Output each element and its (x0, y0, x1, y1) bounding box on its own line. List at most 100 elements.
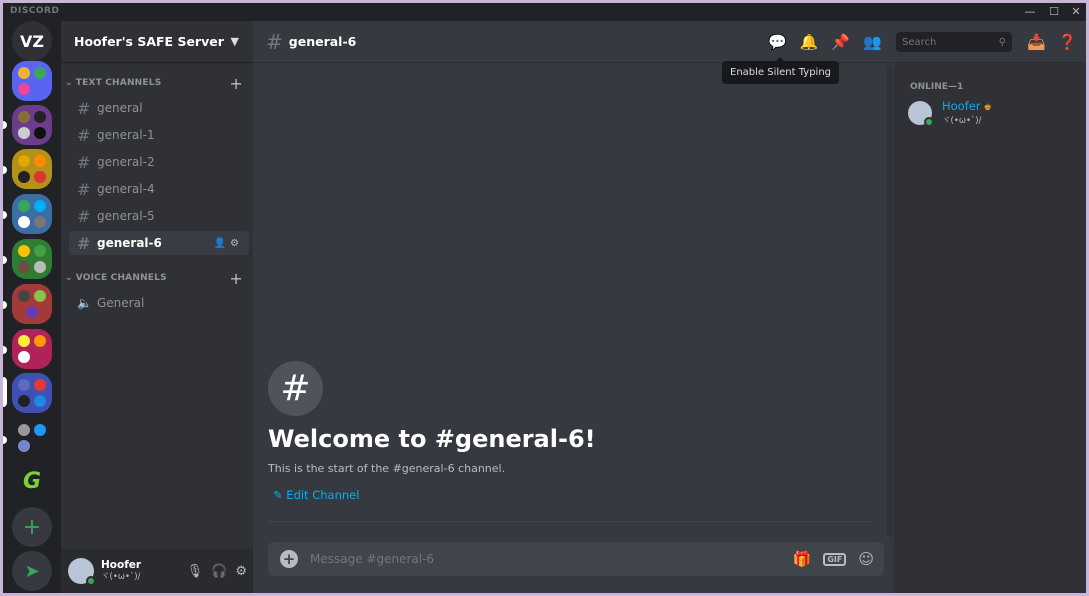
voice-channels-category[interactable]: ⌄ VOICE CHANNELS + (65, 269, 251, 288)
channel-name: general-2 (97, 155, 155, 169)
hash-icon: # (77, 125, 91, 145)
gif-button[interactable]: GIF (823, 552, 847, 566)
server-folder[interactable] (12, 105, 52, 145)
server-folder[interactable] (12, 239, 52, 279)
unread-pill (3, 166, 7, 174)
server-folder[interactable] (12, 149, 52, 189)
maximize-icon[interactable]: ☐ (1043, 4, 1065, 20)
server-folder[interactable] (12, 418, 52, 458)
scrollbar[interactable] (887, 65, 893, 537)
channel-settings-icon[interactable]: ⚙ (230, 238, 243, 249)
gift-icon[interactable]: 🎁 (793, 550, 812, 568)
channel-name: general-1 (97, 128, 155, 142)
unread-pill (3, 121, 7, 129)
server-header[interactable]: Hoofer's SAFE Server ▼ (61, 21, 253, 63)
inbox-icon[interactable]: 📥 (1027, 33, 1046, 51)
category-arrow-icon: ⌄ (65, 78, 73, 88)
channel-item[interactable]: # general-4 (69, 177, 249, 201)
hash-icon: # (77, 206, 91, 226)
server-icon-lime[interactable]: G (12, 461, 52, 501)
selected-pill (3, 377, 7, 407)
channel-item[interactable]: # general (69, 96, 249, 120)
channel-hash-icon: # (268, 361, 323, 416)
server-folder-active[interactable] (12, 373, 52, 413)
chat-area: # general-6 💬 🔔 📌 👥 ⚲ 📥 ❓ Enable Silent … (253, 21, 1086, 593)
add-server-button[interactable]: + (12, 507, 52, 547)
username: Hoofer (101, 559, 142, 571)
unread-pill (3, 301, 7, 309)
server-folder[interactable] (12, 329, 52, 369)
online-status-dot (86, 576, 96, 586)
pin-icon[interactable]: 📌 (831, 33, 850, 51)
category-arrow-icon: ⌄ (65, 273, 73, 283)
hash-icon: # (77, 233, 91, 253)
edit-channel-label: Edit Channel (286, 488, 360, 502)
voice-channel-item[interactable]: 🔈 General (69, 291, 249, 315)
avatar[interactable] (68, 558, 96, 586)
custom-status: ヾ(•ω•`)/ (101, 572, 141, 582)
search-box[interactable]: ⚲ (896, 32, 1012, 52)
titlebar: DISCORD — ☐ ✕ (3, 3, 1086, 21)
search-icon: ⚲ (998, 36, 1006, 48)
tooltip: Enable Silent Typing (722, 57, 840, 84)
pencil-icon: ✎ (273, 488, 287, 502)
channel-item[interactable]: # general-1 (69, 123, 249, 147)
server-list: VZ G + ➤ (3, 21, 61, 593)
member-status: ヾ(•ω•`)/ (942, 116, 982, 126)
category-label: TEXT CHANNELS (75, 78, 162, 88)
notification-bell-icon[interactable]: 🔔 (800, 33, 819, 51)
hash-icon: # (77, 152, 91, 172)
member-item[interactable]: Hoofer ♚ ヾ(•ω•`)/ (908, 98, 992, 128)
headphones-muted-icon[interactable]: 🎧 (211, 564, 227, 579)
unread-pill (3, 346, 7, 354)
close-icon[interactable]: ✕ (1065, 4, 1087, 20)
minimize-icon[interactable]: — (1019, 4, 1041, 20)
server-folder[interactable] (12, 284, 52, 324)
member-list-icon[interactable]: 👥 (863, 33, 882, 51)
member-name: Hoofer (942, 99, 981, 113)
welcome-title: Welcome to #general-6! (268, 425, 596, 453)
invite-members-icon[interactable]: 👤 (214, 238, 230, 249)
explore-servers-icon[interactable]: ➤ (12, 551, 52, 591)
upload-plus-icon[interactable]: + (280, 550, 298, 568)
channel-title: general-6 (288, 34, 357, 49)
channel-sidebar: Hoofer's SAFE Server ▼ ⌄ TEXT CHANNELS +… (61, 21, 253, 593)
channel-name: general (97, 101, 143, 115)
chevron-down-icon: ▼ (230, 35, 239, 48)
emoji-icon[interactable]: ☺ (858, 550, 874, 568)
user-settings-icon[interactable]: ⚙ (235, 564, 247, 579)
welcome-subtitle: This is the start of the #general-6 chan… (268, 462, 506, 475)
unread-pill (3, 436, 7, 444)
speaker-icon: 🔈 (77, 296, 92, 310)
avatar (908, 101, 934, 127)
search-input[interactable] (902, 36, 992, 48)
channel-name: General (97, 296, 145, 310)
hash-icon: # (266, 29, 283, 54)
create-channel-icon[interactable]: + (229, 269, 243, 288)
app-brand: DISCORD (10, 6, 60, 16)
channel-name: general-5 (97, 209, 155, 223)
online-status-dot (924, 117, 934, 127)
hash-icon: # (77, 179, 91, 199)
message-composer: + 🎁 GIF ☺ (268, 542, 884, 576)
server-folder[interactable] (12, 61, 52, 101)
channel-item[interactable]: # general-5 (69, 204, 249, 228)
unread-pill (3, 256, 7, 264)
microphone-icon[interactable]: 🎙 (187, 564, 204, 579)
help-icon[interactable]: ❓ (1058, 33, 1077, 51)
hash-icon: # (77, 98, 91, 118)
member-list: ONLINE—1 Hoofer ♚ ヾ(•ω•`)/ (894, 63, 1086, 593)
crown-icon: ♚ (983, 103, 992, 113)
server-name: Hoofer's SAFE Server (74, 34, 224, 49)
channel-item-active[interactable]: # general-6 👤⚙ (69, 231, 249, 255)
channel-name: general-4 (97, 182, 155, 196)
server-folder[interactable] (12, 194, 52, 234)
message-input[interactable] (310, 552, 750, 566)
channel-header: # general-6 💬 🔔 📌 👥 ⚲ 📥 ❓ (253, 21, 1086, 63)
home-button[interactable]: VZ (12, 21, 52, 61)
edit-channel-link[interactable]: ✎ Edit Channel (273, 488, 359, 502)
silent-typing-icon[interactable]: 💬 (768, 33, 787, 51)
text-channels-category[interactable]: ⌄ TEXT CHANNELS + (65, 74, 251, 93)
channel-item[interactable]: # general-2 (69, 150, 249, 174)
create-channel-icon[interactable]: + (229, 74, 243, 93)
